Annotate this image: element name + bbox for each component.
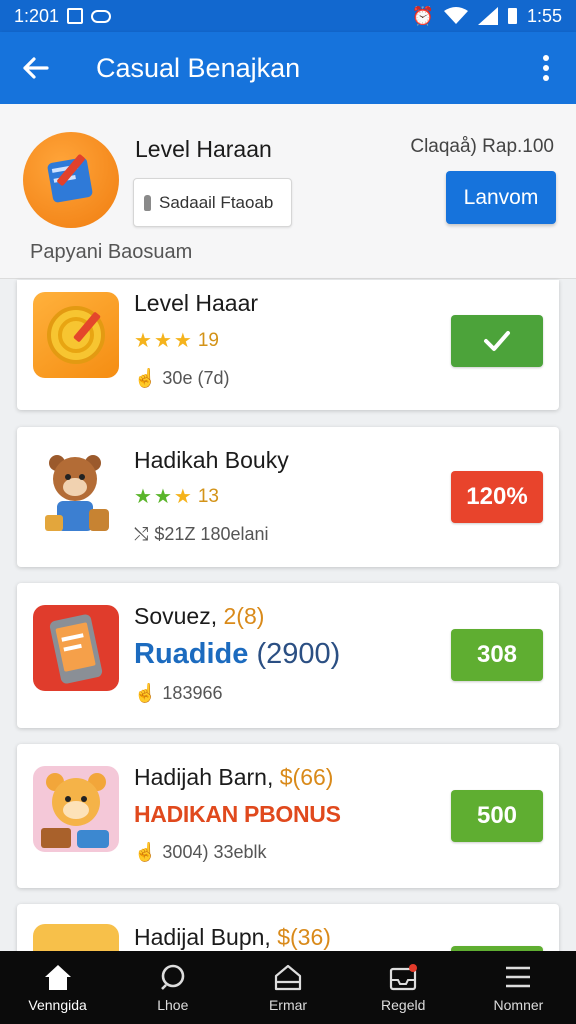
home-icon xyxy=(44,964,71,990)
app-logo xyxy=(23,132,119,228)
header-card: Level Haraan Sadaail Ftaoab Papyani Baos… xyxy=(0,104,576,279)
nav-label: Nomner xyxy=(493,996,544,1013)
card-meta: ☝ 30e (7d) xyxy=(134,368,229,389)
card-title: Hadikah Bouky xyxy=(134,447,289,473)
header-chip-label: Sadaail Ftaoab xyxy=(159,192,274,212)
card-meta-text: 183966 xyxy=(162,683,223,703)
header-title: Level Haraan xyxy=(135,136,272,162)
star-icon: ★ xyxy=(134,330,152,352)
notification-icon xyxy=(91,9,112,23)
nav-label: Ermar xyxy=(268,996,308,1013)
nav-label: Regeld xyxy=(381,996,426,1013)
status-bar: 1:201 ⏰ 1:55 xyxy=(0,0,576,32)
house-outline-icon xyxy=(274,964,302,990)
app-title: Casual Benajkan xyxy=(96,52,301,83)
card-title-prefix: Hadijah Barn, xyxy=(134,764,274,790)
star-icon: ★ xyxy=(153,486,172,508)
card-headline: Ruadide (2900) xyxy=(134,638,340,671)
star-rating: ★ ★ ★ 19 xyxy=(134,328,219,353)
card-headline-text: Ruadide xyxy=(134,638,249,670)
more-options-button[interactable] xyxy=(516,32,576,104)
discount-button[interactable]: 120% xyxy=(451,471,543,523)
app-bar: Casual Benajkan xyxy=(0,32,576,104)
search-icon xyxy=(160,964,185,990)
nav-item-home[interactable]: Venngida xyxy=(0,951,115,1024)
wifi-icon xyxy=(443,7,468,24)
nav-item-explore[interactable]: Ermar xyxy=(230,951,345,1024)
more-vert-icon xyxy=(543,55,549,81)
installed-button[interactable] xyxy=(451,315,543,367)
status-time-left: 1:201 xyxy=(14,5,60,26)
card-meta: ⤭ $21Z 180elani xyxy=(134,524,269,545)
menu-icon xyxy=(506,966,531,987)
launch-button[interactable]: Lanvom xyxy=(446,171,556,224)
list-item[interactable]: Sovuez, 2(8) Ruadide (2900) ☝ 183966 308 xyxy=(17,583,559,728)
hamster-character-icon xyxy=(33,766,119,852)
bear-character-icon xyxy=(33,449,119,535)
card-title-prefix: Sovuez, xyxy=(134,603,218,629)
price-button[interactable]: 308 xyxy=(451,629,543,681)
card-headline: HADIKAN PBONUS xyxy=(134,801,341,827)
nav-item-search[interactable]: Lhoe xyxy=(115,951,230,1024)
card-meta: ☝ 3004) 33eblk xyxy=(134,842,267,863)
battery-icon xyxy=(507,8,517,24)
shuffle-icon: ⤭ xyxy=(134,524,149,544)
card-title: Hadijah Barn, $(66) xyxy=(134,764,333,791)
card-meta: ☝ 183966 xyxy=(134,683,223,704)
nav-item-menu[interactable]: Nomner xyxy=(461,951,576,1024)
nav-label: Lhoe xyxy=(157,996,189,1013)
thumb-icon: ☝ xyxy=(134,842,157,862)
inbox-icon xyxy=(390,963,418,990)
bottom-nav: Venngida Lhoe Ermar Regeld Nomner xyxy=(0,951,576,1024)
list-item[interactable]: Hadijah Barn, $(66) HADIKAN PBONUS ☝ 300… xyxy=(17,744,559,888)
card-headline-count: (2900) xyxy=(256,638,341,670)
card-title: Hadijal Bupn, $(36) xyxy=(134,924,331,951)
thumb-icon: ☝ xyxy=(134,683,157,703)
back-button[interactable] xyxy=(0,32,70,104)
status-time-right: 1:55 xyxy=(526,5,562,26)
signal-icon xyxy=(477,7,498,25)
coin-pencil-icon xyxy=(33,292,119,378)
phone-icon xyxy=(33,605,119,691)
card-title: Level Haaar xyxy=(134,290,259,316)
header-meta: Claqaå) Rap.100 xyxy=(410,136,554,157)
nav-item-inbox[interactable]: Regeld xyxy=(346,951,461,1024)
star-icon: ★ xyxy=(134,486,152,508)
rating-value: 19 xyxy=(197,329,219,351)
bottle-icon xyxy=(144,194,151,211)
price-button[interactable]: 500 xyxy=(451,790,543,842)
card-meta-text: 3004) 33eblk xyxy=(162,842,267,862)
gallery-icon xyxy=(67,8,84,24)
notepad-pencil-icon xyxy=(47,154,93,203)
arrow-left-icon xyxy=(23,57,49,79)
star-icon: ★ xyxy=(153,330,172,352)
card-title-accent: 2(8) xyxy=(223,603,265,629)
card-title-accent: $(36) xyxy=(277,924,331,950)
star-rating: ★ ★ ★ 13 xyxy=(134,484,219,509)
card-title-prefix: Hadijal Bupn, xyxy=(134,924,271,950)
card-title-accent: $(66) xyxy=(279,764,334,790)
list-item[interactable]: Hadikah Bouky ★ ★ ★ 13 ⤭ $21Z 180elani 120… xyxy=(17,427,559,567)
header-subtitle: Papyani Baosuam xyxy=(30,241,193,263)
check-icon xyxy=(484,331,510,351)
alarm-icon: ⏰ xyxy=(411,5,434,26)
star-icon: ★ xyxy=(173,486,192,508)
card-meta-text: $21Z 180elani xyxy=(154,524,269,544)
header-chip[interactable]: Sadaail Ftaoab xyxy=(133,178,292,227)
card-meta-text: 30e (7d) xyxy=(162,368,230,388)
nav-label: Venngida xyxy=(28,996,87,1013)
thumb-icon: ☝ xyxy=(134,368,157,388)
card-title: Sovuez, 2(8) xyxy=(134,603,264,630)
list-item[interactable]: Level Haaar ★ ★ ★ 19 ☝ 30e (7d) xyxy=(17,280,559,410)
rating-value: 13 xyxy=(197,485,219,507)
star-icon: ★ xyxy=(173,330,192,352)
